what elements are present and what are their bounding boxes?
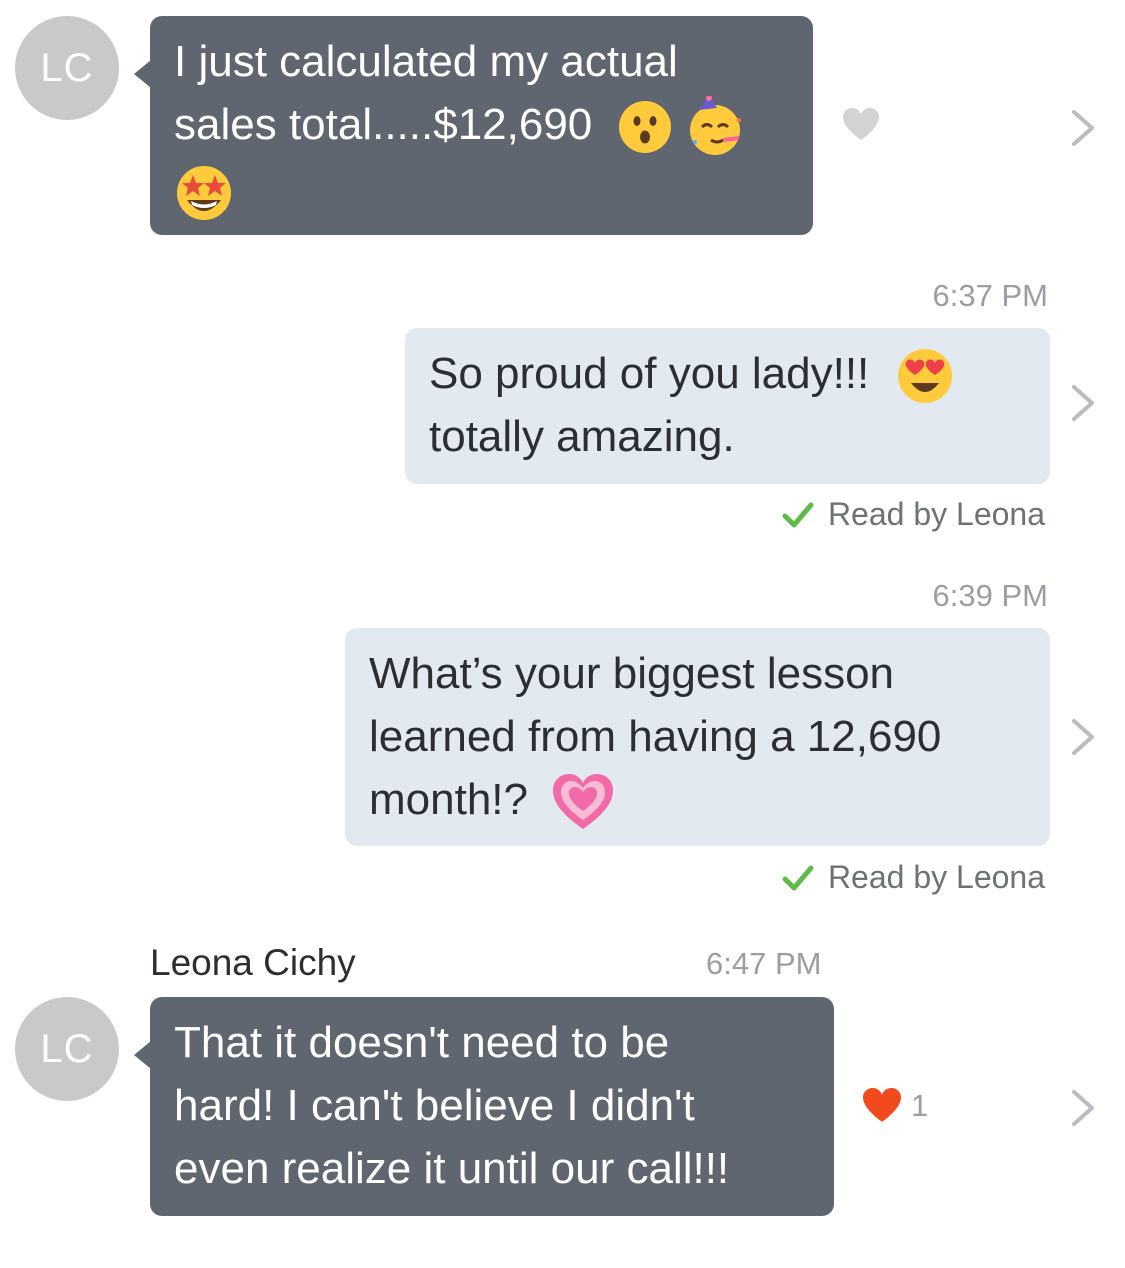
star-struck-emoji (177, 165, 231, 220)
avatar-initials: LC (40, 45, 94, 90)
message-text: So proud of you lady!!! totally amazing. (429, 342, 1026, 468)
chevron-right-icon[interactable] (1068, 383, 1098, 423)
heart-icon[interactable] (843, 108, 879, 142)
message-bubble-outgoing[interactable]: What’s your biggest lesson learned from … (345, 628, 1050, 846)
chevron-right-icon[interactable] (1068, 717, 1098, 757)
heart-eyes-emoji (897, 349, 952, 404)
checkmark-icon (782, 502, 814, 527)
message-text: That it doesn't need to be hard! I can't… (174, 1018, 730, 1193)
reaction[interactable]: 1 (863, 1088, 928, 1124)
chevron-right-icon[interactable] (1068, 108, 1098, 148)
reaction-count: 1 (911, 1088, 929, 1123)
read-receipt: Read by Leona (782, 859, 1045, 896)
message-bubble-incoming[interactable]: I just calculated my actual sales total.… (134, 16, 813, 235)
timestamp: 6:37 PM (932, 278, 1048, 313)
growing-heart-emoji (553, 774, 614, 830)
sender-name: Leona Cichy (150, 942, 356, 983)
heart-icon[interactable] (863, 1088, 901, 1124)
hushed-face-emoji (618, 101, 671, 154)
message-bubble-outgoing[interactable]: So proud of you lady!!! totally amazing. (405, 328, 1050, 484)
avatar[interactable]: LC (15, 16, 119, 120)
avatar[interactable]: LC (15, 997, 119, 1101)
party-face-emoji (689, 96, 741, 156)
message-text: What’s your biggest lesson learned from … (369, 642, 1026, 831)
message-text: I just calculated my actual sales total.… (174, 30, 789, 223)
read-receipt: Read by Leona (782, 496, 1045, 533)
avatar-initials: LC (40, 1026, 94, 1071)
message-bubble-incoming[interactable]: That it doesn't need to be hard! I can't… (134, 997, 834, 1216)
timestamp: 6:39 PM (932, 578, 1048, 613)
timestamp: 6:47 PM (706, 946, 822, 981)
checkmark-icon (782, 865, 814, 890)
chevron-right-icon[interactable] (1068, 1088, 1098, 1128)
